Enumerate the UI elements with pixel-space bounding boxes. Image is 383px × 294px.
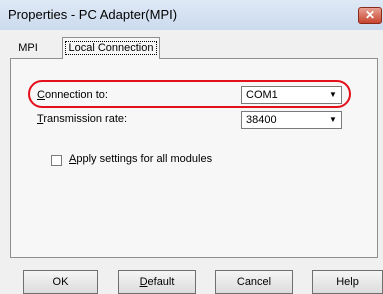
- title-bar[interactable]: Properties - PC Adapter(MPI) ✕: [0, 0, 383, 30]
- window-title: Properties - PC Adapter(MPI): [8, 7, 178, 22]
- tab-local-connection[interactable]: Local Connection: [62, 37, 160, 59]
- chevron-down-icon[interactable]: ▼: [325, 87, 341, 103]
- cancel-button[interactable]: Cancel: [215, 270, 293, 294]
- connection-to-value: COM1: [246, 89, 278, 101]
- apply-all-checkbox[interactable]: [51, 155, 62, 166]
- transmission-rate-select[interactable]: 38400 ▼: [241, 111, 342, 129]
- ok-button[interactable]: OK: [23, 270, 98, 294]
- help-button[interactable]: Help: [312, 270, 383, 294]
- tab-local-connection-label: Local Connection: [65, 41, 157, 55]
- default-button[interactable]: Default: [118, 270, 196, 294]
- close-icon: ✕: [364, 8, 376, 22]
- apply-all-label[interactable]: Apply settings for all modules: [69, 153, 212, 165]
- tab-mpi-label: MPI: [18, 42, 38, 54]
- transmission-rate-value: 38400: [246, 114, 277, 126]
- connection-to-label: Connection to:: [37, 89, 108, 101]
- transmission-rate-label: Transmission rate:: [37, 113, 128, 125]
- chevron-down-icon[interactable]: ▼: [325, 112, 341, 128]
- tab-mpi[interactable]: MPI: [14, 38, 42, 58]
- connection-to-select[interactable]: COM1 ▼: [241, 86, 342, 104]
- close-button[interactable]: ✕: [358, 7, 382, 24]
